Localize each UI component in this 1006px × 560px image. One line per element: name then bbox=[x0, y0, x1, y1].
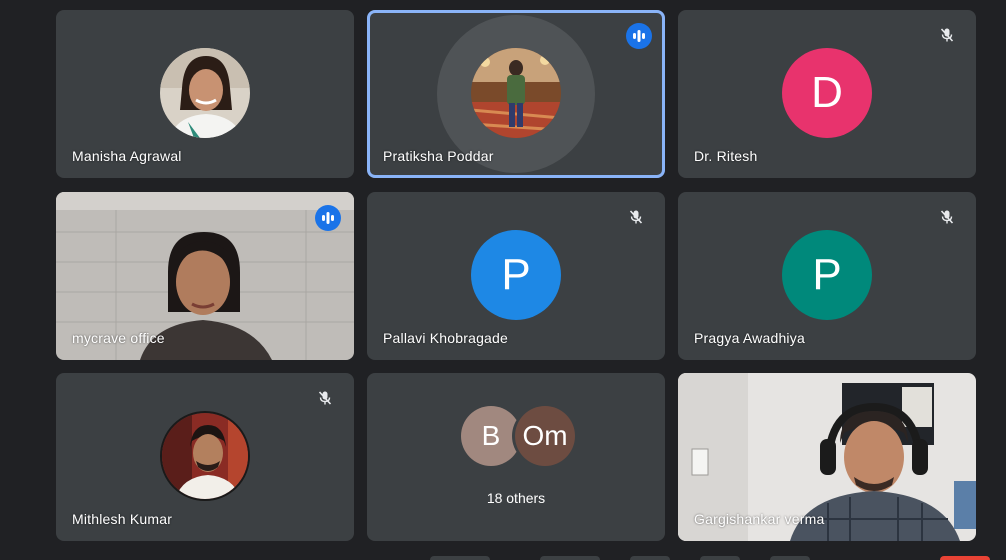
control-bar-edge bbox=[770, 556, 810, 560]
participant-photo bbox=[160, 48, 250, 138]
participant-name: Manisha Agrawal bbox=[72, 148, 182, 164]
participant-tile-mithlesh[interactable]: Mithlesh Kumar bbox=[56, 373, 354, 541]
participant-name: mycrave office bbox=[72, 330, 165, 346]
speaking-indicator bbox=[315, 205, 341, 231]
control-bar-edge bbox=[430, 556, 490, 560]
letter-avatar: D bbox=[782, 48, 872, 138]
group-avatar-b: B bbox=[461, 406, 521, 466]
others-count: 18 others bbox=[486, 490, 546, 506]
participant-name: Pallavi Khobragade bbox=[383, 330, 509, 346]
meeting-grid: Manisha Agrawal Pratiksha Poddar D Dr. R… bbox=[0, 0, 1006, 560]
participant-tile-ritesh[interactable]: D Dr. Ritesh bbox=[678, 10, 976, 178]
participant-name: Mithlesh Kumar bbox=[72, 511, 173, 527]
participant-name: Pratiksha Poddar bbox=[383, 148, 494, 164]
audio-level-icon bbox=[322, 212, 334, 224]
group-avatar-om: Om bbox=[515, 406, 575, 466]
participant-tile-pratiksha[interactable]: Pratiksha Poddar bbox=[367, 10, 665, 178]
participant-name: Pragya Awadhiya bbox=[694, 330, 805, 346]
participant-tile-pragya[interactable]: P Pragya Awadhiya bbox=[678, 192, 976, 360]
control-bar-edge bbox=[630, 556, 670, 560]
letter-avatar: P bbox=[782, 230, 872, 320]
participant-photo bbox=[471, 48, 561, 138]
audio-level-icon bbox=[633, 30, 645, 42]
control-bar-edge bbox=[540, 556, 600, 560]
letter-avatar: P bbox=[471, 230, 561, 320]
mic-off-icon bbox=[935, 23, 959, 47]
mic-off-icon bbox=[313, 386, 337, 410]
others-tile[interactable]: B Om 18 others bbox=[367, 373, 665, 541]
participant-tile-manisha[interactable]: Manisha Agrawal bbox=[56, 10, 354, 178]
participant-tile-mycrave[interactable]: mycrave office bbox=[56, 192, 354, 360]
mic-off-icon bbox=[935, 205, 959, 229]
speaking-indicator bbox=[626, 23, 652, 49]
participant-tile-pallavi[interactable]: P Pallavi Khobragade bbox=[367, 192, 665, 360]
participant-photo bbox=[160, 411, 250, 501]
control-bar-edge bbox=[700, 556, 740, 560]
participant-tile-gargishankar[interactable]: Gargishankar verma bbox=[678, 373, 976, 541]
participant-name: Dr. Ritesh bbox=[694, 148, 758, 164]
mic-off-icon bbox=[624, 205, 648, 229]
end-call-button-edge[interactable] bbox=[940, 556, 990, 560]
participant-name: Gargishankar verma bbox=[694, 511, 825, 527]
